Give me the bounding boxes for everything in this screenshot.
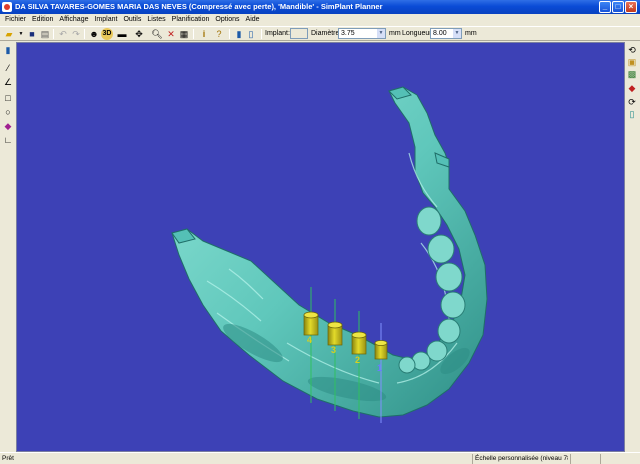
save-icon[interactable]: ■ [26, 28, 38, 40]
menu-aide[interactable]: Aide [244, 14, 264, 26]
minimize-button[interactable]: _ [599, 1, 611, 13]
tooth [416, 206, 442, 236]
main-toolbar: ▰ ▼ ■ ▤ ↶ ↷ ☻ 3D ▬ ✥ 🔍︎ ✕ ▦ i ? ▮ ▯ Impl… [0, 26, 640, 41]
length-label: Longueur: [402, 30, 434, 37]
simplant-app-icon [2, 2, 12, 12]
length-dropdown-arrow-icon[interactable]: ▼ [453, 29, 461, 38]
menu-planification[interactable]: Planification [170, 14, 214, 26]
window-title: DA SILVA TAVARES-GOMES MARIA DAS NEVES (… [15, 2, 383, 11]
implant-insert-icon[interactable]: ▮ [2, 44, 14, 56]
patient-face-icon[interactable]: ☻ [88, 28, 100, 40]
color-palette-icon[interactable]: ◆ [626, 82, 638, 94]
menu-edition[interactable]: Edition [30, 14, 57, 26]
close-button[interactable]: × [625, 1, 637, 13]
line-measure-icon[interactable]: ⁄ [2, 62, 14, 74]
menu-listes[interactable]: Listes [145, 14, 169, 26]
implant-label: Implant: [265, 30, 290, 37]
print-icon[interactable]: ▤ [39, 28, 51, 40]
menu-bar: Fichier Edition Affichage Implant Outils… [0, 14, 640, 26]
implant-number-2: 2 [355, 355, 360, 365]
implant-4[interactable] [303, 311, 319, 336]
implant-tool-icon[interactable]: ▮ [233, 28, 245, 40]
application-window: DA SILVA TAVARES-GOMES MARIA DAS NEVES (… [0, 0, 640, 464]
tooth [435, 262, 463, 292]
tooth [398, 356, 416, 374]
grid-icon[interactable]: ▦ [178, 28, 190, 40]
redo-icon[interactable]: ↷ [70, 28, 82, 40]
rotate-view-icon[interactable]: ⟲ [626, 44, 638, 56]
3d-viewport[interactable]: 4 3 2 1 [16, 42, 625, 452]
window-level-icon[interactable]: ▬ [116, 28, 128, 40]
open-folder-icon[interactable]: ▰ [3, 28, 15, 40]
3d-object-icon[interactable]: ◆ [2, 120, 14, 132]
length-select[interactable]: 8.00 ▼ [430, 28, 462, 39]
menu-implant[interactable]: Implant [92, 14, 121, 26]
diameter-select[interactable]: 3.75 ▼ [338, 28, 386, 39]
tooth [437, 318, 461, 344]
implant-number-4: 4 [307, 335, 312, 345]
help-pointer-icon[interactable]: ? [213, 28, 225, 40]
length-value: 8.00 [433, 30, 447, 37]
left-tool-palette: ▮ ⁄ ∠ □ ○ ◆ ∟ [0, 42, 16, 452]
measure-cross-icon[interactable]: ✕ [165, 28, 177, 40]
rectangle-tool-icon[interactable]: □ [2, 92, 14, 104]
layers-icon[interactable]: ▣ [626, 56, 638, 68]
length-unit: mm [465, 30, 477, 37]
menu-options[interactable]: Options [213, 14, 243, 26]
menu-outils[interactable]: Outils [121, 14, 145, 26]
diameter-label: Diamètre: [311, 30, 342, 37]
tooth [427, 234, 455, 264]
implant-align-icon[interactable]: ▯ [245, 28, 257, 40]
diameter-unit: mm [389, 30, 401, 37]
volume-icon[interactable]: ▩ [626, 68, 638, 80]
right-tool-palette: ⟲ ▣ ▩ ◆ ⟳ ▯ [625, 42, 640, 452]
diameter-dropdown-arrow-icon[interactable]: ▼ [377, 29, 385, 38]
zoom-icon[interactable]: 🔍︎ [151, 28, 163, 40]
pan-move-icon[interactable]: ✥ [133, 28, 145, 40]
implant-2[interactable] [351, 331, 367, 355]
implant-3[interactable] [327, 321, 343, 346]
status-scale: Échelle personnalisée (niveau 785 [472, 454, 568, 464]
title-bar[interactable]: DA SILVA TAVARES-GOMES MARIA DAS NEVES (… [0, 0, 640, 14]
diameter-value: 3.75 [341, 30, 355, 37]
mandible-3d-render[interactable]: 4 3 2 1 [17, 43, 625, 452]
menu-affichage[interactable]: Affichage [57, 14, 92, 26]
status-bar: Prêt Échelle personnalisée (niveau 785 [0, 452, 640, 464]
reset-view-icon[interactable]: ⟳ [626, 96, 638, 108]
nerve-tool-icon[interactable]: ∟ [2, 134, 14, 146]
view-3d-button[interactable]: 3D [101, 28, 113, 40]
implant-number-3: 3 [331, 345, 336, 355]
status-panel-3 [570, 454, 598, 464]
menu-fichier[interactable]: Fichier [3, 14, 30, 26]
maximize-button[interactable]: □ [612, 1, 624, 13]
angle-measure-icon[interactable]: ∠ [2, 76, 14, 88]
transparency-icon[interactable]: ▯ [626, 108, 638, 120]
implant-1[interactable] [374, 340, 388, 360]
tooth [440, 291, 466, 319]
implant-number-1: 1 [377, 363, 382, 373]
status-ready: Prêt [2, 455, 14, 462]
status-panel-4 [600, 454, 638, 464]
implant-field[interactable] [290, 28, 308, 39]
undo-icon[interactable]: ↶ [57, 28, 69, 40]
info-icon[interactable]: i [198, 28, 210, 40]
circle-tool-icon[interactable]: ○ [2, 106, 14, 118]
